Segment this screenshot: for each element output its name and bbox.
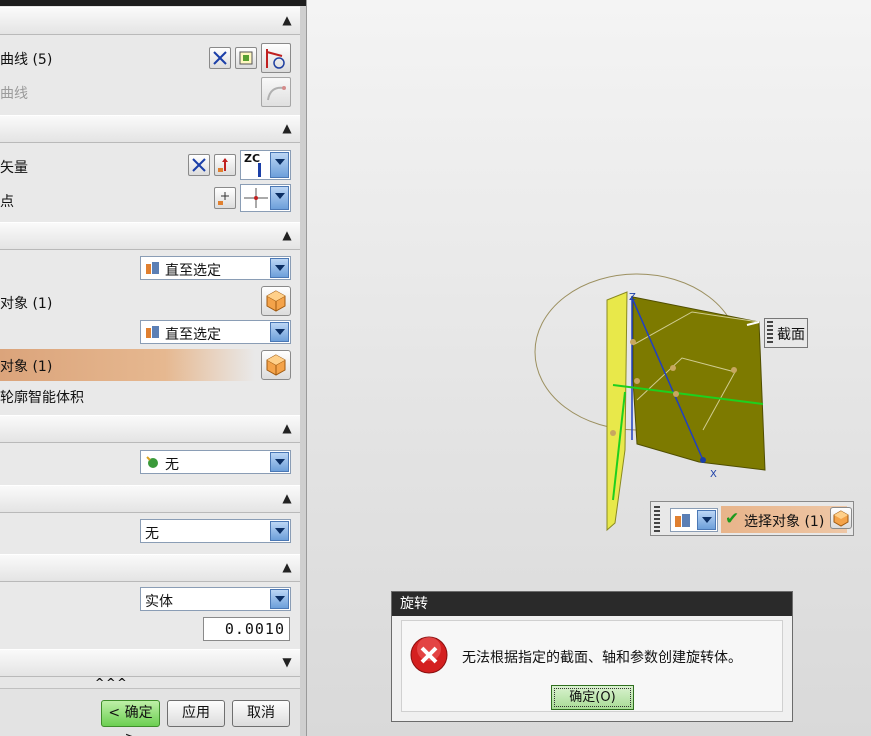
collapse-icon[interactable]: ▲ <box>278 419 296 437</box>
end-select-object-label: 对象 (1) <box>0 359 53 375</box>
section-header-offset[interactable]: ▲ <box>0 485 300 513</box>
apply-button[interactable]: 应用 <box>167 700 225 727</box>
panel-top-bar <box>0 0 306 6</box>
collapse-icon[interactable]: ▲ <box>278 11 296 29</box>
select-object-cube-icon[interactable] <box>830 507 852 529</box>
start-select-object-label: 对象 (1) <box>0 296 53 312</box>
section-body-limits: 直至选定 对象 (1) 直至选定 轮廓智能体积 <box>0 250 300 416</box>
section-header-section[interactable]: ▲ <box>0 7 300 35</box>
end-select-object-row[interactable]: 对象 (1) <box>0 349 300 381</box>
specify-origin-curve-label: 曲线 <box>0 86 28 102</box>
until-selected-icon <box>146 326 159 338</box>
handle-point <box>610 430 616 436</box>
panel-scroll-gutter[interactable] <box>300 6 306 736</box>
until-selected-icon <box>146 262 159 274</box>
start-limit-value: 直至选定 <box>165 263 221 279</box>
boolean-dropdown[interactable]: 无 <box>140 450 291 474</box>
curve-rule-icon[interactable] <box>209 47 231 69</box>
until-selected-icon <box>675 514 690 527</box>
reverse-direction-icon[interactable] <box>188 154 210 176</box>
handle-point <box>634 378 640 384</box>
curve-select-icon[interactable] <box>261 43 291 73</box>
section-header-axis[interactable]: ▲ <box>0 115 300 143</box>
body-type-dropdown[interactable]: 实体 <box>140 587 291 611</box>
profile-smart-volume-label: 轮廓智能体积 <box>0 390 84 406</box>
section-body-offset: 无 <box>0 513 300 555</box>
zc-arrow-icon <box>258 163 261 177</box>
boolean-none-icon <box>146 456 158 468</box>
section-header-boolean[interactable]: ▲ <box>0 415 300 443</box>
section-body-axis: 矢量 ZC 点 <box>0 143 300 223</box>
error-dialog-title: 旋转 <box>392 592 792 616</box>
dropdown-arrow-icon[interactable] <box>270 589 289 609</box>
dropdown-arrow-icon[interactable] <box>270 452 289 472</box>
end-select-object-cube-icon[interactable] <box>261 350 291 380</box>
axis-end-point <box>700 457 706 463</box>
collapse-icon[interactable]: ▲ <box>278 119 296 137</box>
expand-icon[interactable]: ▼ <box>278 653 296 671</box>
select-object-status[interactable]: ✔ 选择对象 (1) <box>721 506 847 533</box>
dropdown-arrow-icon[interactable] <box>270 521 289 541</box>
specify-vector-label: 矢量 <box>0 160 28 176</box>
selected-curves-label: 曲线 (5) <box>0 52 53 68</box>
check-icon: ✔ <box>725 509 740 529</box>
section-header-limits[interactable]: ▲ <box>0 222 300 250</box>
offset-value: 无 <box>145 526 159 542</box>
cancel-button[interactable]: 取消 <box>232 700 290 727</box>
section-body-boolean: 无 <box>0 443 300 486</box>
collapse-icon[interactable]: ▲ <box>278 558 296 576</box>
limit-type-mini-dropdown[interactable] <box>670 508 718 532</box>
collapse-icon[interactable]: ▲ <box>278 226 296 244</box>
end-limit-dropdown[interactable]: 直至选定 <box>140 320 291 344</box>
section-header-settings[interactable]: ▲ <box>0 554 300 582</box>
boolean-value: 无 <box>165 457 179 473</box>
yellow-sheet-face <box>606 291 628 532</box>
specify-point-label: 点 <box>0 194 14 210</box>
select-object-toolbar[interactable]: ✔ 选择对象 (1) <box>650 501 854 536</box>
error-message: 无法根据指定的截面、轴和参数创建旋转体。 <box>462 650 742 666</box>
tolerance-input[interactable]: 0.0010 <box>203 617 290 641</box>
start-select-object-cube-icon[interactable] <box>261 286 291 316</box>
dialog-button-bar: < 确定 > 应用 取消 <box>0 688 300 736</box>
dropdown-arrow-icon[interactable] <box>270 186 289 210</box>
vector-dialog-icon[interactable] <box>214 154 236 176</box>
section-label-tag[interactable]: 截面 <box>764 318 808 348</box>
drag-grip-icon[interactable] <box>654 506 660 532</box>
dropdown-arrow-icon[interactable] <box>270 322 289 342</box>
section-body-section: 曲线 (5) 曲线 <box>0 35 300 115</box>
revolve-dialog-panel: ▲ 曲线 (5) 曲线 ▲ 矢量 ZC 点 ▲ 直至选定 对象 (1) 直至选定… <box>0 0 307 736</box>
error-dialog: 旋转 无法根据指定的截面、轴和参数创建旋转体。 确定(O) <box>391 591 793 722</box>
sketch-section-icon[interactable] <box>235 47 257 69</box>
axis-x-label: X <box>710 469 717 480</box>
select-object-text: 选择对象 (1) <box>744 514 825 530</box>
collapse-icon[interactable]: ▲ <box>278 489 296 507</box>
error-icon <box>410 636 448 674</box>
error-ok-button[interactable]: 确定(O) <box>551 685 634 710</box>
dropdown-arrow-icon[interactable] <box>270 152 289 178</box>
point-type-dropdown[interactable] <box>240 184 291 212</box>
origin-curve-icon[interactable] <box>261 77 291 107</box>
vector-type-dropdown[interactable]: ZC <box>240 150 291 180</box>
dropdown-arrow-icon[interactable] <box>697 510 716 530</box>
drag-grip-icon[interactable] <box>767 321 773 345</box>
handle-point <box>731 367 737 373</box>
end-limit-value: 直至选定 <box>165 327 221 343</box>
handle-point <box>630 339 636 345</box>
dropdown-arrow-icon[interactable] <box>270 258 289 278</box>
start-limit-dropdown[interactable]: 直至选定 <box>140 256 291 280</box>
olive-sheet-face <box>632 296 766 471</box>
handle-point <box>673 391 679 397</box>
handle-point <box>670 365 676 371</box>
offset-dropdown[interactable]: 无 <box>140 519 291 543</box>
ok-button[interactable]: < 确定 > <box>101 700 160 736</box>
section-label-text: 截面 <box>777 327 805 343</box>
section-header-preview[interactable]: ▼ <box>0 649 300 677</box>
point-dialog-icon[interactable] <box>214 187 236 209</box>
body-type-value: 实体 <box>145 594 173 610</box>
axis-z-label: Z <box>629 292 636 303</box>
